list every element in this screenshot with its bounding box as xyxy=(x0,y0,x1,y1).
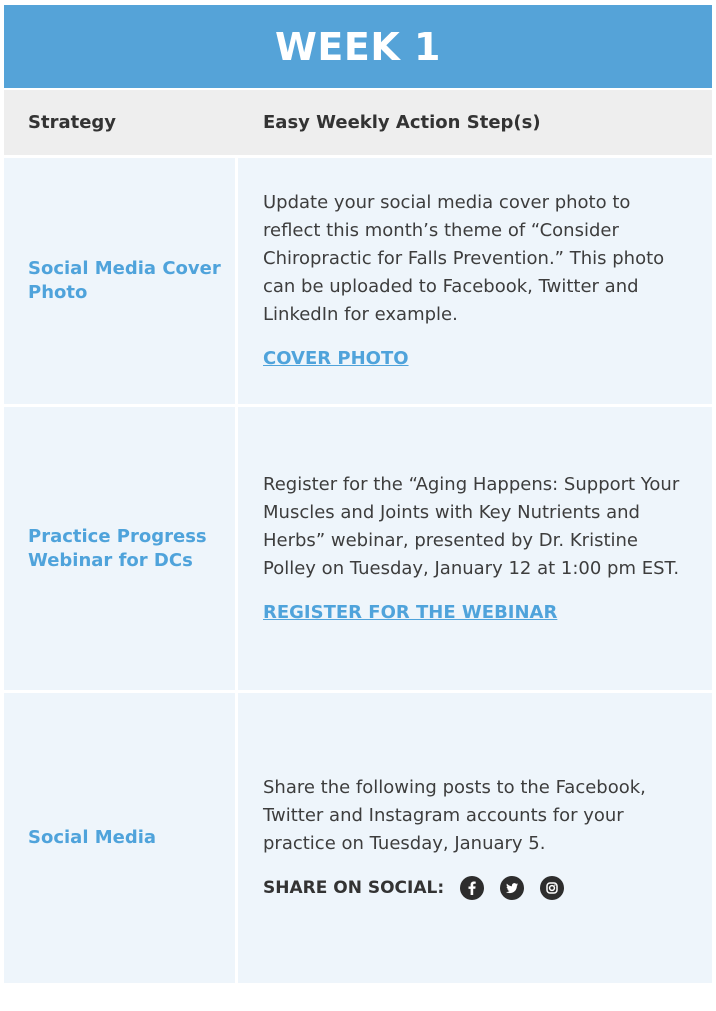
share-label: SHARE ON SOCIAL: xyxy=(263,878,445,898)
strategy-cell: Social Media xyxy=(4,693,238,983)
page-title: WEEK 1 xyxy=(275,24,441,69)
action-cell: Update your social media cover photo to … xyxy=(238,158,712,404)
header-action-steps: Easy Weekly Action Step(s) xyxy=(263,112,541,133)
share-on-social: SHARE ON SOCIAL: xyxy=(263,874,688,902)
action-description: Update your social media cover photo to … xyxy=(263,192,665,325)
action-description: Register for the “Aging Happens: Support… xyxy=(263,473,680,579)
cover-photo-link[interactable]: COVER PHOTO xyxy=(263,345,688,373)
strategy-cell: Practice Progress Webinar for DCs xyxy=(4,407,238,690)
table-header: Strategy Easy Weekly Action Step(s) xyxy=(4,90,712,155)
register-webinar-link[interactable]: REGISTER FOR THE WEBINAR xyxy=(263,599,688,627)
facebook-icon[interactable] xyxy=(460,876,485,900)
table-row: Practice Progress Webinar for DCs Regist… xyxy=(4,407,712,690)
header-strategy: Strategy xyxy=(28,112,117,133)
action-cell: Share the following posts to the Faceboo… xyxy=(238,693,712,983)
action-description: Share the following posts to the Faceboo… xyxy=(263,777,646,854)
action-cell: Register for the “Aging Happens: Support… xyxy=(238,407,712,690)
twitter-icon[interactable] xyxy=(500,876,525,900)
instagram-icon[interactable] xyxy=(540,876,565,900)
week-plan-card: WEEK 1 Strategy Easy Weekly Action Step(… xyxy=(0,0,716,1011)
table-row: Social Media Share the following posts t… xyxy=(4,693,712,983)
strategy-cell: Social Media Cover Photo xyxy=(4,158,238,404)
table-row: Social Media Cover Photo Update your soc… xyxy=(4,158,712,404)
title-bar: WEEK 1 xyxy=(4,5,712,88)
